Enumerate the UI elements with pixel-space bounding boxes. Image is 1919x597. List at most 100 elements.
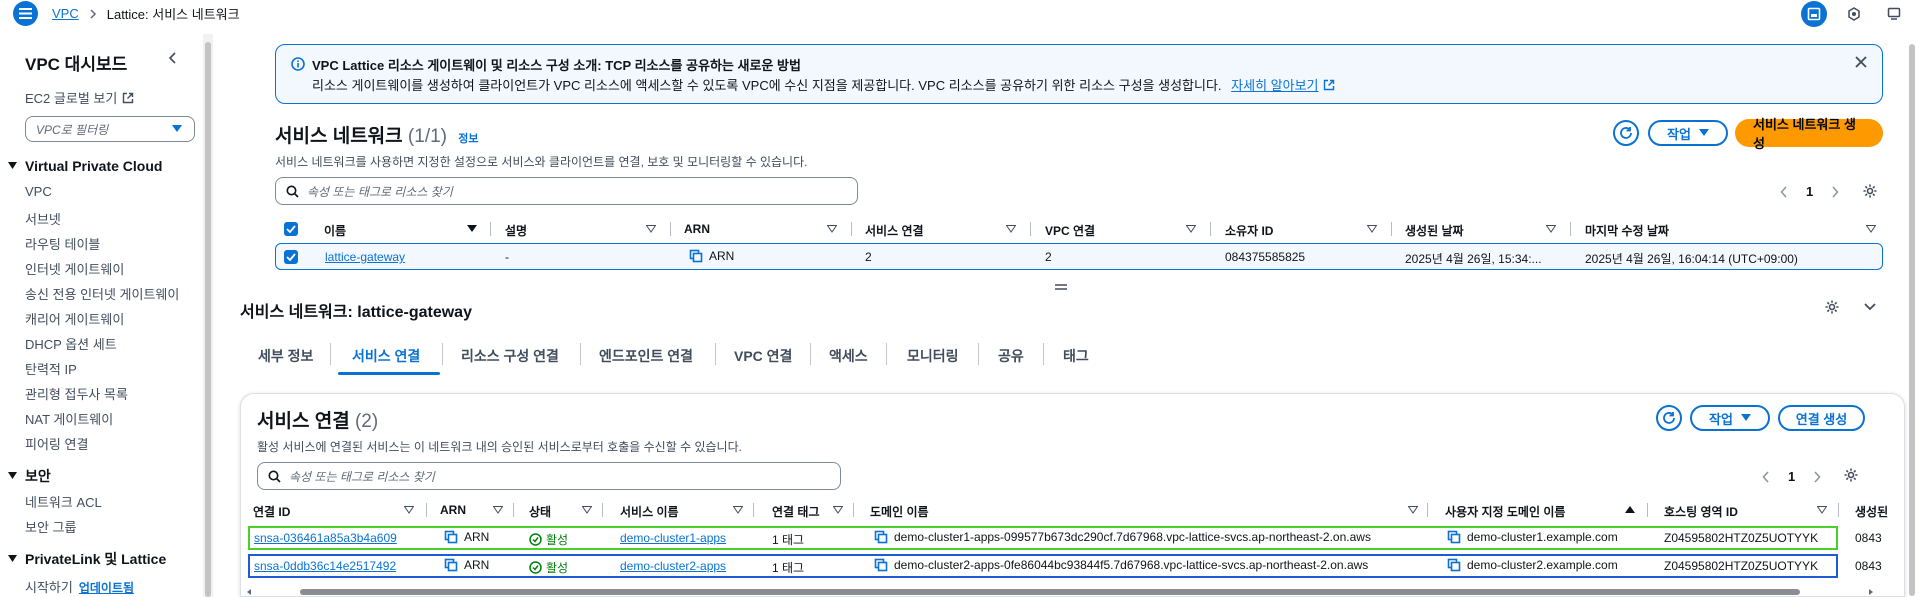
chevron-left-icon[interactable] xyxy=(1762,470,1770,483)
actions-button[interactable]: 작업 xyxy=(1690,405,1770,431)
copy-arn-button[interactable]: ARN xyxy=(444,558,489,572)
sort-caret-icon[interactable] xyxy=(404,506,414,514)
column-header-service-associations[interactable]: 서비스 연결 xyxy=(865,222,924,239)
sidebar-item-network-acls[interactable]: 네트워크 ACL xyxy=(25,492,102,511)
sidebar-item-vpc[interactable]: VPC xyxy=(25,184,52,199)
sidebar-section-vpc[interactable]: Virtual Private Cloud xyxy=(8,158,162,174)
association-id-link[interactable]: snsa-0ddb36c14e2517492 xyxy=(254,559,396,573)
column-header-custom-domain[interactable]: 사용자 지정 도메인 이름 xyxy=(1445,503,1565,520)
column-header-owner-id[interactable]: 소유자 ID xyxy=(1225,222,1273,239)
search-input[interactable]: 속성 또는 태그로 리소스 찾기 xyxy=(257,462,841,490)
sort-caret-icon[interactable] xyxy=(733,506,743,514)
service-name-link[interactable]: demo-cluster2-apps xyxy=(620,559,726,573)
refresh-button[interactable] xyxy=(1656,405,1682,431)
split-panel-icon[interactable] xyxy=(1801,1,1827,27)
breadcrumb-vpc-link[interactable]: VPC xyxy=(52,6,79,21)
tab-resource-config-associations[interactable]: 리소스 구성 연결 xyxy=(461,346,559,366)
menu-icon[interactable] xyxy=(13,1,38,26)
column-header-modified[interactable]: 마지막 수정 날짜 xyxy=(1585,222,1669,239)
vpc-filter-select[interactable]: VPC로 필터링 xyxy=(25,116,195,142)
tab-sharing[interactable]: 공유 xyxy=(998,346,1024,366)
chevron-right-icon[interactable] xyxy=(1831,185,1839,198)
search-input[interactable]: 속성 또는 태그로 리소스 찾기 xyxy=(275,177,858,205)
sidebar-item-route-tables[interactable]: 라우팅 테이블 xyxy=(25,234,100,253)
sort-caret-icon[interactable] xyxy=(646,225,656,233)
sort-caret-icon[interactable] xyxy=(1006,225,1016,233)
sort-caret-icon[interactable] xyxy=(1367,225,1377,233)
column-header-created[interactable]: 생성된 날짜 xyxy=(1405,222,1464,239)
sort-caret-icon[interactable] xyxy=(493,506,503,514)
column-header-vpc-associations[interactable]: VPC 연결 xyxy=(1045,222,1095,239)
drag-handle-icon[interactable] xyxy=(1054,283,1068,291)
copy-custom-domain-button[interactable]: demo-cluster1.example.com xyxy=(1447,530,1618,544)
sidebar-item-internet-gateways[interactable]: 인터넷 게이트웨이 xyxy=(25,259,124,278)
main-scrollbar[interactable] xyxy=(1905,34,1919,597)
chevron-down-icon[interactable] xyxy=(1864,303,1876,311)
tab-vpc-associations[interactable]: VPC 연결 xyxy=(734,346,792,366)
column-header-association-tags[interactable]: 연결 태그 xyxy=(772,503,820,520)
learn-more-link[interactable]: 자세히 알아보기 xyxy=(1231,75,1334,94)
sidebar-item-nat-gateways[interactable]: NAT 게이트웨이 xyxy=(25,409,113,428)
sidebar-item-dhcp-options[interactable]: DHCP 옵션 세트 xyxy=(25,334,117,353)
sort-caret-icon[interactable] xyxy=(1408,506,1418,514)
column-header-created[interactable]: 생성된 xyxy=(1855,503,1888,520)
sidebar-item-egress-only-gateways[interactable]: 송신 전용 인터넷 게이트웨이 xyxy=(25,284,179,303)
row-checkbox[interactable] xyxy=(284,250,298,264)
create-service-network-button[interactable]: 서비스 네트워크 생성 xyxy=(1735,117,1883,151)
settings-icon[interactable] xyxy=(1862,183,1878,199)
chevron-left-icon[interactable] xyxy=(168,52,178,64)
tab-monitoring[interactable]: 모니터링 xyxy=(907,346,959,366)
chevron-right-icon[interactable] xyxy=(1813,470,1821,483)
copy-arn-button[interactable]: ARN xyxy=(689,249,734,263)
settings-hexagon-icon[interactable] xyxy=(1841,1,1867,27)
sidebar-item-ec2-global[interactable]: EC2 글로벌 보기 xyxy=(25,88,134,107)
sidebar-item-prefix-lists[interactable]: 관리형 접두사 목록 xyxy=(25,384,128,403)
column-header-name[interactable]: 이름 xyxy=(324,222,346,239)
column-header-arn[interactable]: ARN xyxy=(440,503,466,517)
sidebar-item-peering[interactable]: 피어링 연결 xyxy=(25,434,88,453)
column-header-arn[interactable]: ARN xyxy=(684,222,710,236)
tab-details[interactable]: 세부 정보 xyxy=(258,346,313,366)
refresh-button[interactable] xyxy=(1613,120,1639,146)
copy-custom-domain-button[interactable]: demo-cluster2.example.com xyxy=(1447,558,1618,572)
column-header-service-name[interactable]: 서비스 이름 xyxy=(620,503,679,520)
sort-caret-icon[interactable] xyxy=(827,225,837,233)
settings-icon[interactable] xyxy=(1843,467,1859,483)
sort-caret-icon[interactable] xyxy=(1186,225,1196,233)
sort-caret-icon[interactable] xyxy=(1546,225,1556,233)
tab-service-associations[interactable]: 서비스 연결 xyxy=(352,346,420,366)
association-id-link[interactable]: snsa-036461a85a3b4a609 xyxy=(254,531,397,545)
sidebar-item-carrier-gateways[interactable]: 캐리어 게이트웨이 xyxy=(25,309,124,328)
tab-tags[interactable]: 태그 xyxy=(1063,346,1089,366)
close-icon[interactable] xyxy=(1854,55,1868,69)
sidebar-item-elastic-ips[interactable]: 탄력적 IP xyxy=(25,359,77,378)
table-horizontal-scrollbar[interactable] xyxy=(245,588,1875,596)
create-association-button[interactable]: 연결 생성 xyxy=(1778,405,1865,431)
tab-endpoint-associations[interactable]: 엔드포인트 연결 xyxy=(599,346,693,366)
column-header-association-id[interactable]: 연결 ID xyxy=(253,503,290,520)
actions-button[interactable]: 작업 xyxy=(1648,120,1728,146)
sort-caret-icon[interactable] xyxy=(1817,506,1827,514)
chevron-left-icon[interactable] xyxy=(1780,185,1788,198)
sort-caret-icon[interactable] xyxy=(1866,225,1876,233)
page-number[interactable]: 1 xyxy=(1788,469,1795,484)
sidebar-item-getting-started[interactable]: 시작하기 업데이트됨 xyxy=(25,577,134,596)
sort-caret-icon[interactable] xyxy=(467,225,477,233)
sidebar-scrollbar[interactable] xyxy=(203,34,213,597)
select-all-checkbox[interactable] xyxy=(284,222,298,236)
info-link[interactable]: 정보 xyxy=(458,133,478,145)
column-header-domain-name[interactable]: 도메인 이름 xyxy=(870,503,929,520)
network-name-link[interactable]: lattice-gateway xyxy=(325,250,405,264)
copy-arn-button[interactable]: ARN xyxy=(444,530,489,544)
service-name-link[interactable]: demo-cluster1-apps xyxy=(620,531,726,545)
copy-domain-button[interactable]: demo-cluster2-apps-0fe86044bc93844f5.7d6… xyxy=(874,558,1368,572)
sort-caret-icon[interactable] xyxy=(582,506,592,514)
settings-icon[interactable] xyxy=(1824,299,1840,315)
feedback-icon[interactable] xyxy=(1881,1,1907,27)
column-header-hosted-zone[interactable]: 호스팅 영역 ID xyxy=(1664,503,1738,520)
sort-caret-icon[interactable] xyxy=(833,506,843,514)
column-header-description[interactable]: 설명 xyxy=(505,222,527,239)
sidebar-section-security[interactable]: 보안 xyxy=(8,466,51,486)
sort-ascending-icon[interactable] xyxy=(1625,505,1635,513)
page-number[interactable]: 1 xyxy=(1806,184,1813,199)
